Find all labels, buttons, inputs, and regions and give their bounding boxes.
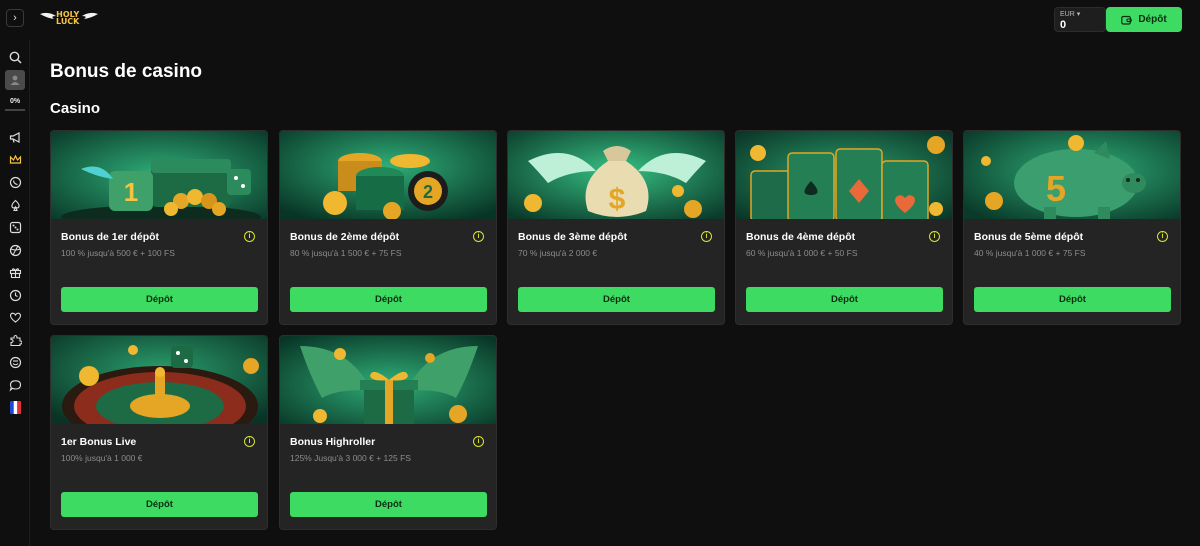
info-icon[interactable]: i: [473, 436, 484, 447]
puzzle-icon: [9, 334, 22, 346]
bonus-image-roulette: [51, 336, 267, 424]
level-progress-bar: [5, 109, 25, 111]
bonus-description: 80 % jusqu'à 1 500 € + 75 FS: [290, 248, 402, 258]
bonus-description: 70 % jusqu'à 2 000 €: [518, 248, 598, 258]
header-deposit-label: Dépôt: [1138, 14, 1167, 25]
language-selector[interactable]: [6, 398, 24, 416]
bonus-card: 2 Bonus de 2ème dépôt i 80 % jusqu'à 1 5…: [279, 130, 497, 325]
svg-text:2: 2: [423, 182, 433, 202]
chat-icon: [8, 379, 21, 392]
logo-text: HOLY LUCK: [56, 11, 80, 26]
flag-fr-icon: [9, 400, 21, 414]
sidebar-item-providers[interactable]: [6, 331, 24, 349]
info-icon[interactable]: i: [244, 436, 255, 447]
dice-icon: [9, 221, 21, 233]
info-icon[interactable]: i: [1157, 231, 1168, 242]
bonus-image-chips: 2: [280, 131, 496, 219]
logo-line-2: LUCK: [56, 17, 80, 26]
bonus-title: Bonus de 2ème dépôt: [290, 231, 400, 243]
svg-text:5: 5: [1046, 168, 1066, 209]
sidebar-item-casino[interactable]: [6, 196, 24, 214]
gift-icon: [9, 267, 21, 278]
deposit-button[interactable]: Dépôt: [518, 287, 715, 312]
user-icon: [10, 75, 20, 85]
sports-ball-icon: [9, 244, 21, 256]
sidebar-item-sports[interactable]: [6, 241, 24, 259]
bonus-image-cards: [736, 131, 952, 219]
bonus-card: 5 Bonus de 5ème dépôt i 40 % jusqu'à 1 0…: [963, 130, 1181, 325]
svg-text:$: $: [609, 183, 626, 216]
whatsapp-icon: [9, 176, 21, 188]
info-icon[interactable]: i: [701, 231, 712, 242]
crown-icon: [9, 154, 21, 164]
sidebar-item-bonus[interactable]: [6, 263, 24, 281]
bonus-card: Bonus de 4ème dépôt i 60 % jusqu'à 1 000…: [735, 130, 953, 325]
top-bar: › HOLY LUCK EUR ▾ 0 Dépôt: [0, 0, 1200, 38]
clock-icon: [9, 289, 21, 301]
balance-currency: EUR ▾: [1060, 11, 1081, 18]
balance-amount: 0: [1060, 19, 1067, 31]
sidebar-item-table-games[interactable]: [6, 218, 24, 236]
bonus-description: 40 % jusqu'à 1 000 € + 75 FS: [974, 248, 1086, 258]
sidebar: 0%: [0, 40, 30, 546]
header-deposit-button[interactable]: Dépôt: [1106, 7, 1182, 32]
bonus-title: 1er Bonus Live: [61, 436, 137, 448]
deposit-button[interactable]: Dépôt: [61, 287, 258, 312]
page-title: Bonus de casino: [50, 61, 203, 82]
bonus-title: Bonus de 5ème dépôt: [974, 231, 1084, 243]
wallet-icon: [1121, 15, 1133, 25]
sidebar-item-history[interactable]: [6, 286, 24, 304]
sidebar-item-favorites[interactable]: [6, 308, 24, 326]
section-title: Casino: [50, 100, 101, 117]
bonus-card: Bonus Highroller i 125% Jusqu'à 3 000 € …: [279, 335, 497, 530]
heart-icon: [9, 312, 21, 323]
bonus-title: Bonus Highroller: [290, 436, 376, 448]
bonus-image-piggy-bank: 5: [964, 131, 1180, 219]
megaphone-icon: [9, 131, 20, 143]
bonus-description: 60 % jusqu'à 1 000 € + 50 FS: [746, 248, 858, 258]
bonus-title: Bonus de 4ème dépôt: [746, 231, 856, 243]
bonus-card: 1 Bonus de 1er dépôt i 100 % jusqu'à 500…: [50, 130, 268, 325]
bonus-description: 125% Jusqu'à 3 000 € + 125 FS: [290, 453, 411, 463]
search-button[interactable]: [6, 48, 24, 66]
bonus-image-gift: [280, 336, 496, 424]
spade-icon: [10, 199, 20, 211]
level-progress-text: 0%: [9, 98, 21, 105]
bonus-card: 1er Bonus Live i 100% jusqu'à 1 000 € Dé…: [50, 335, 268, 530]
bonus-title: Bonus de 3ème dépôt: [518, 231, 628, 243]
info-icon[interactable]: i: [244, 231, 255, 242]
svg-text:1: 1: [124, 177, 138, 207]
deposit-button[interactable]: Dépôt: [290, 492, 487, 517]
bonus-description: 100 % jusqu'à 500 € + 100 FS: [61, 248, 175, 258]
balance-selector[interactable]: EUR ▾ 0: [1054, 7, 1106, 32]
sidebar-item-fun[interactable]: [6, 353, 24, 371]
expand-sidebar-button[interactable]: ›: [6, 9, 24, 27]
info-icon[interactable]: i: [473, 231, 484, 242]
bonus-card: $ Bonus de 3ème dépôt i 70 % jusqu'à 2 0…: [507, 130, 725, 325]
sidebar-item-vip[interactable]: [6, 150, 24, 168]
sidebar-item-live-chat[interactable]: [6, 376, 24, 394]
deposit-button[interactable]: Dépôt: [746, 287, 943, 312]
bonus-image-treasure: 1: [51, 131, 267, 219]
avatar[interactable]: [5, 70, 25, 90]
deposit-button[interactable]: Dépôt: [290, 287, 487, 312]
bonus-image-money-bag: $: [508, 131, 724, 219]
chevron-right-icon: ›: [13, 12, 17, 24]
sidebar-item-promotions[interactable]: [6, 128, 24, 146]
bonus-description: 100% jusqu'à 1 000 €: [61, 453, 143, 463]
bonus-title: Bonus de 1er dépôt: [61, 231, 160, 243]
search-icon: [9, 51, 22, 64]
smiley-icon: [9, 356, 21, 368]
deposit-button[interactable]: Dépôt: [61, 492, 258, 517]
deposit-button[interactable]: Dépôt: [974, 287, 1171, 312]
info-icon[interactable]: i: [929, 231, 940, 242]
sidebar-item-whatsapp[interactable]: [6, 173, 24, 191]
